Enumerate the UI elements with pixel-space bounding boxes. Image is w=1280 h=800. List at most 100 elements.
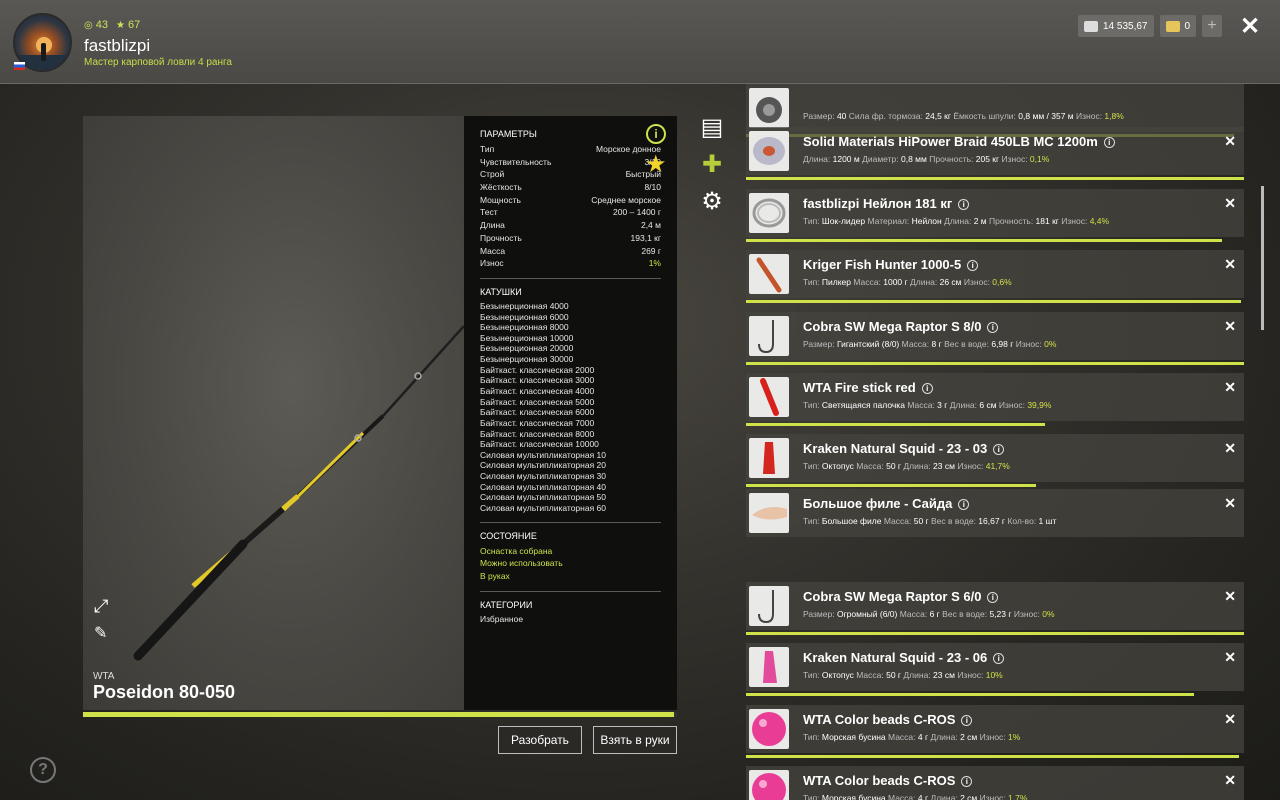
tackle-details: Размер: 40 Сила фр. тормоза: 24,5 кг Ёмк… [803, 111, 1124, 121]
info-icon[interactable]: i [958, 199, 970, 210]
detail-key: Длина: [949, 400, 980, 410]
reels-title: КАТУШКИ [480, 286, 522, 297]
expand-icon[interactable]: ⤢ [94, 596, 112, 616]
tackle-item[interactable]: Solid Materials HiPower Braid 450LB MC 1… [746, 127, 1244, 180]
info-icon[interactable]: i [961, 715, 973, 726]
help-icon[interactable]: ? [30, 757, 56, 783]
remove-tackle-button[interactable]: ✕ [1224, 649, 1236, 666]
remove-tackle-button[interactable]: ✕ [1224, 772, 1236, 789]
tackle-item[interactable]: Большое филе - Сайда i Тип: Большое филе М… [746, 489, 1244, 537]
player-rank: Мастер карповой ловли 4 ранга [84, 57, 232, 68]
param-key: Тип [480, 144, 495, 154]
tackle-item[interactable]: Cobra SW Mega Raptor S 6/0 i Размер: Огром… [746, 582, 1244, 635]
detail-value: Огромный (6/0) [836, 609, 898, 619]
close-button[interactable]: ✕ [1240, 12, 1260, 41]
info-icon[interactable]: i [987, 592, 999, 603]
detail-key: Износ: [957, 670, 986, 680]
rod-tip [382, 325, 464, 417]
rod-preview: ⤢ ✎ WTA Poseidon 80-050 [83, 116, 464, 710]
param-row: Износ 1% [480, 257, 661, 270]
take-in-hands-button[interactable]: Взять в руки [593, 726, 677, 754]
divider [480, 521, 661, 523]
param-row: Мощность Среднее морское [480, 194, 661, 207]
info-icon[interactable]: i [993, 444, 1005, 455]
tackle-details: Тип: Октопус Масса: 50 г Длина: 23 см Из… [803, 670, 1003, 680]
reel-item: Байткаст. классическая 6000 [480, 407, 595, 418]
detail-value: Пилкер [821, 277, 851, 287]
remove-tackle-button[interactable]: ✕ [1224, 588, 1236, 605]
state-list: Оснастка собрана Можно использовать В рука… [480, 545, 661, 583]
detail-value: 23 см [933, 670, 955, 680]
detail-key: Длина: [930, 793, 961, 800]
tackle-item[interactable]: WTA Color beads C-ROS i Тип: Морская бусин… [746, 766, 1244, 800]
remove-tackle-button[interactable]: ✕ [1224, 318, 1236, 335]
detail-key: Тип: [803, 461, 822, 471]
detail-key: Длина: [944, 216, 974, 226]
puzzle-icon[interactable]: ✚ [699, 152, 725, 178]
detail-key: Длина: [909, 277, 940, 287]
remove-tackle-button[interactable]: ✕ [1224, 495, 1236, 512]
add-currency-button[interactable]: + [1202, 15, 1223, 37]
info-icon[interactable]: i [967, 260, 979, 271]
param-row: Жёсткость 8/10 [480, 181, 661, 194]
detail-key: Длина: [803, 154, 833, 164]
scrollbar[interactable] [1261, 186, 1264, 330]
detail-key: Износ: [979, 793, 1009, 800]
player-stats: ◎ 43 ★ 67 [84, 19, 140, 31]
level-icon: ◎ [84, 19, 93, 31]
remove-tackle-button[interactable]: ✕ [1224, 256, 1236, 273]
stick-thumb-icon [749, 377, 789, 417]
info-icon[interactable]: i [958, 499, 970, 510]
gear-icon[interactable]: ⚙ [699, 189, 725, 215]
reel-item: Безынерционная 20000 [480, 343, 574, 354]
param-key: Износ [480, 258, 504, 269]
rod-brand: WTA [93, 671, 115, 682]
tackle-item[interactable]: Kriger Fish Hunter 1000-5 i Тип: Пилкер Ма… [746, 250, 1244, 303]
info-icon[interactable]: i [921, 383, 933, 394]
rod-name: Poseidon 80-050 [93, 682, 236, 702]
detail-key: Износ: [1076, 111, 1105, 121]
rename-icon[interactable]: ✎ [94, 623, 112, 642]
tackle-item[interactable]: Kraken Natural Squid - 23 - 06 i Тип: Окто… [746, 643, 1244, 696]
tackle-name-text: fastblizpi Нейлон 181 кг [803, 196, 953, 211]
favorite-star-icon[interactable]: ★ [645, 150, 667, 179]
divider [480, 277, 661, 279]
reel-item: Безынерционная 4000 [480, 300, 569, 311]
reel-item: Силовая мультипликаторная 60 [480, 503, 606, 514]
spool-thumb-icon [749, 131, 789, 171]
detail-value: 181 кг [1035, 216, 1059, 226]
tackle-item[interactable]: fastblizpi Нейлон 181 кг i Тип: Шок-лидер … [746, 189, 1244, 242]
detail-key: Кол-во: [1007, 516, 1039, 526]
tackle-details: Тип: Морская бусина Масса: 4 г Длина: 2 … [803, 732, 1020, 742]
info-icon[interactable]: i [987, 322, 999, 333]
tackle-item[interactable]: Размер: 40 Сила фр. тормоза: 24,5 кг Ёмк… [746, 84, 1244, 137]
detail-key: Тип: [803, 277, 822, 287]
document-icon[interactable]: ▤ [699, 115, 725, 141]
avatar-fisher [41, 43, 46, 61]
param-row: Чувствительность 3/10 [480, 156, 661, 169]
detail-value: Нейлон [911, 216, 942, 226]
star-rank-icon: ★ [115, 19, 125, 31]
tackle-item[interactable]: WTA Fire stick red i Тип: Светящаяся палоч… [746, 373, 1244, 426]
tackle-item[interactable]: Cobra SW Mega Raptor S 8/0 i Размер: Гиган… [746, 312, 1244, 365]
info-icon[interactable]: i [961, 776, 973, 787]
info-icon[interactable]: i [1103, 137, 1115, 148]
remove-tackle-button[interactable]: ✕ [1224, 711, 1236, 728]
remove-tackle-button[interactable]: ✕ [1224, 440, 1236, 457]
tackle-name: Cobra SW Mega Raptor S 6/0 i [803, 589, 999, 604]
info-icon[interactable]: i [646, 124, 666, 144]
tackle-name: Kriger Fish Hunter 1000-5 i [803, 257, 979, 272]
disassemble-button[interactable]: Разобрать [498, 726, 582, 754]
reel-item: Силовая мультипликаторная 30 [480, 471, 606, 482]
rank-stat: ★ 67 [116, 19, 140, 31]
remove-tackle-button[interactable]: ✕ [1224, 195, 1236, 212]
remove-tackle-button[interactable]: ✕ [1224, 133, 1236, 150]
remove-tackle-button[interactable]: ✕ [1224, 379, 1236, 396]
detail-key: Сила фр. тормоза: [848, 111, 926, 121]
detail-value: Октопус [821, 461, 854, 471]
info-icon[interactable]: i [993, 653, 1005, 664]
tackle-item[interactable]: Kraken Natural Squid - 23 - 03 i Тип: Окто… [746, 434, 1244, 487]
detail-value: 26 см [939, 277, 962, 287]
detail-key: Масса: [888, 793, 918, 800]
tackle-item[interactable]: WTA Color beads C-ROS i Тип: Морская бусин… [746, 705, 1244, 758]
